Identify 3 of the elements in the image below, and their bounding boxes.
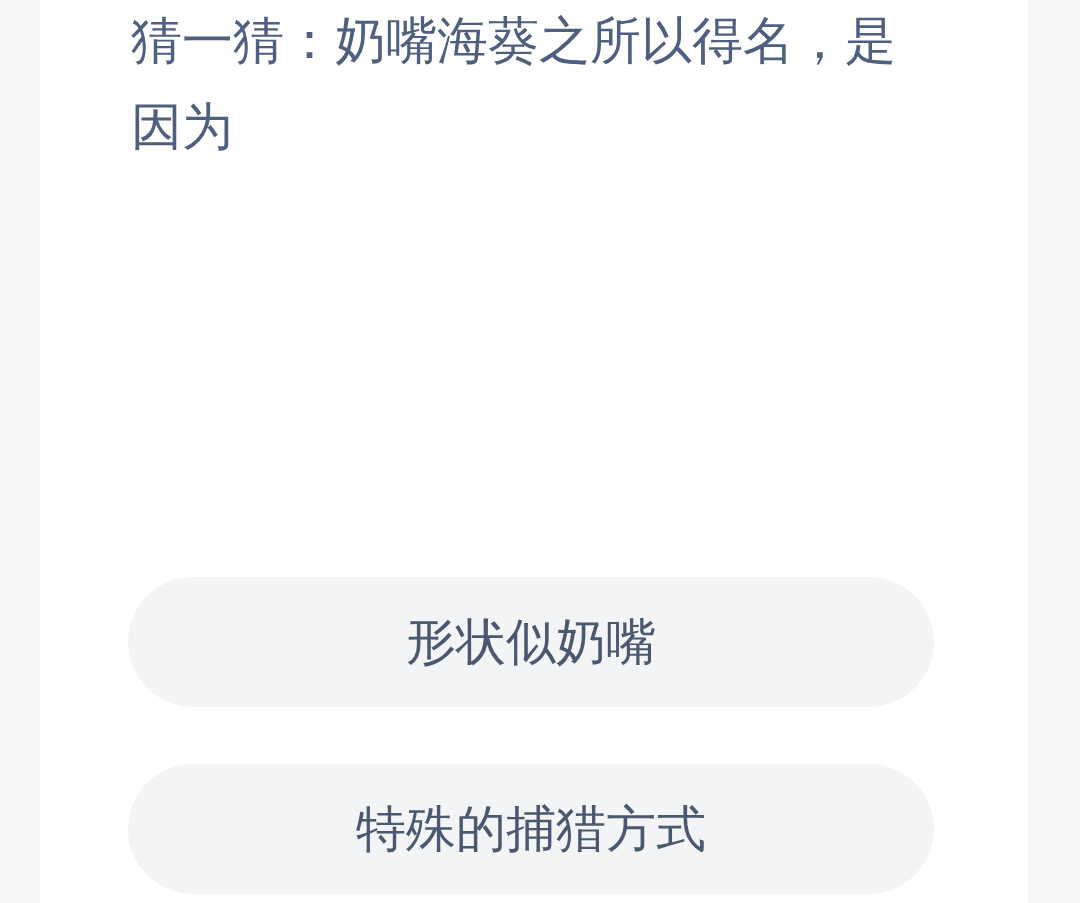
answer-option-button[interactable]: 特殊的捕猎方式	[128, 764, 934, 894]
question-text: 猜一猜：奶嘴海葵之所以得名，是因为	[131, 10, 897, 158]
answer-option-button[interactable]: 形状似奶嘴	[128, 577, 934, 707]
